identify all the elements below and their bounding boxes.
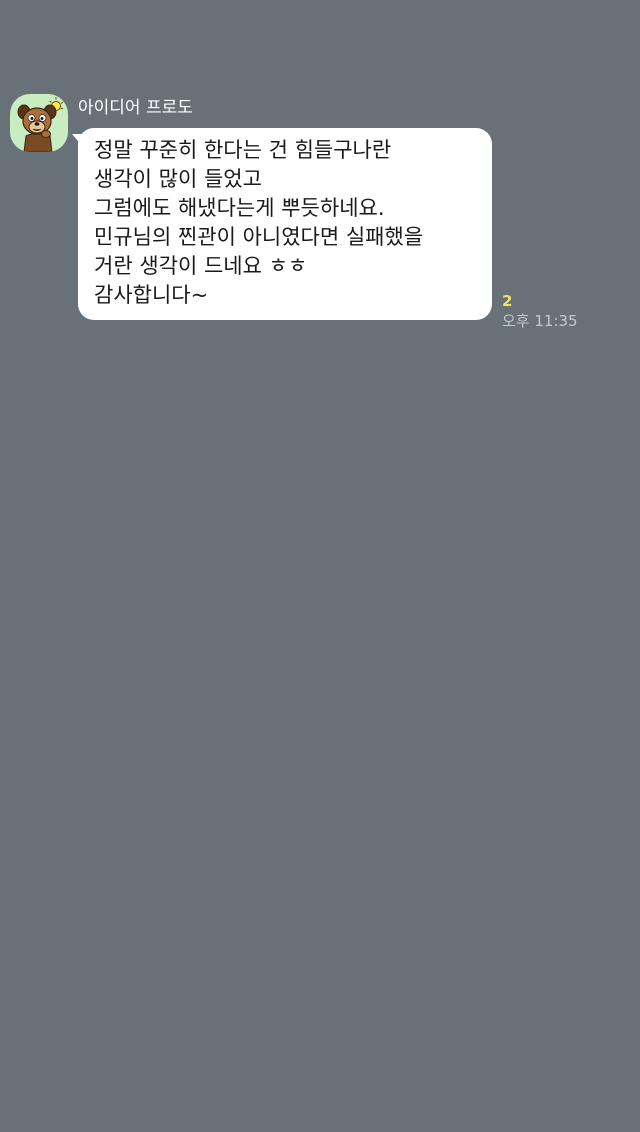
message-timestamp: 오후 11:35: [502, 312, 578, 330]
sender-avatar[interactable]: [10, 94, 68, 152]
message-line: 거란 생각이 드네요 ㅎㅎ: [94, 254, 308, 278]
message-line: 민규님의 찐관이 아니였다면 실패했을: [94, 225, 424, 249]
message-bubble[interactable]: 정말 꾸준히 한다는 건 힘들구나란 생각이 많이 들었고 그럼에도 해냈다는게…: [78, 128, 492, 320]
message-line: 감사합니다~: [94, 283, 209, 307]
message-line: 생각이 많이 들었고: [94, 167, 262, 191]
sender-name: 아이디어 프로도: [78, 98, 193, 118]
message-line: 그럼에도 해냈다는게 뿌듯하네요.: [94, 196, 385, 220]
message-meta: 2 오후 11:35: [502, 292, 622, 332]
message-group: 아이디어 프로도 정말 꾸준히 한다는 건 힘들구나란 생각이 많이 들었고 그…: [10, 94, 630, 344]
unread-count: 2: [502, 292, 513, 310]
chat-area[interactable]: 아이디어 프로도 정말 꾸준히 한다는 건 힘들구나란 생각이 많이 들었고 그…: [0, 0, 640, 1132]
frodo-dog-character-icon: [17, 97, 64, 152]
message-line: 정말 꾸준히 한다는 건 힘들구나란: [94, 138, 392, 162]
